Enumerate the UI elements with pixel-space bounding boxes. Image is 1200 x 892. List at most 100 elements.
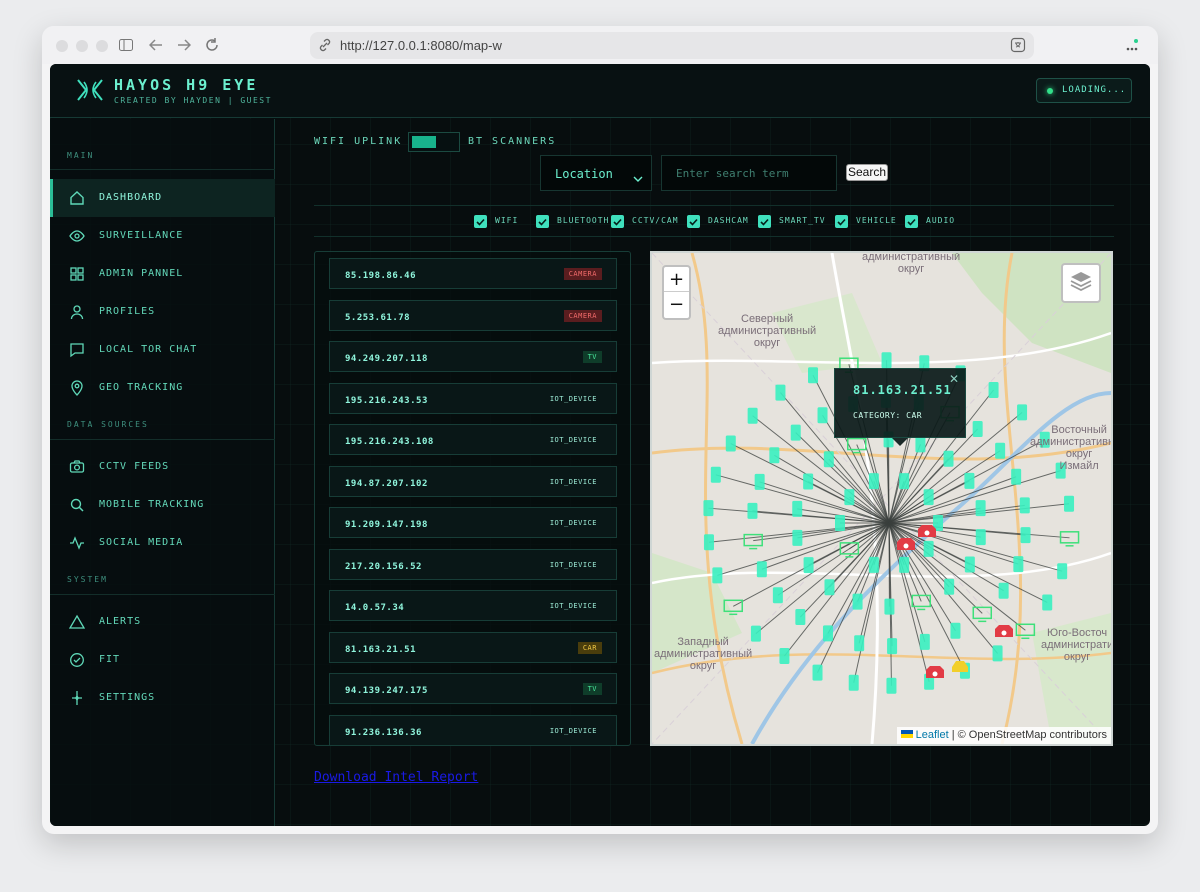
marker-shape[interactable] [823,451,834,468]
forward-arrow-icon[interactable] [174,35,194,55]
marker-shape[interactable] [998,582,1009,599]
iot-marker-icon[interactable] [712,567,723,584]
checkbox-checked-icon[interactable] [611,215,624,228]
checkbox-checked-icon[interactable] [536,215,549,228]
marker-shape[interactable] [919,633,930,650]
marker-shape[interactable] [779,647,790,664]
marker-shape[interactable] [932,671,938,677]
sidebar-item-admin-pannel[interactable]: ADMIN PANNEL [50,255,275,293]
marker-shape[interactable] [747,502,758,519]
leaflet-link[interactable]: Leaflet [916,729,949,741]
device-row[interactable]: 85.198.86.46 CAMERA [329,258,617,289]
sidebar-item-dashboard[interactable]: DASHBOARD [50,179,275,217]
iot-marker-icon[interactable] [795,609,806,626]
iot-marker-icon[interactable] [754,473,765,490]
iot-marker-icon[interactable] [944,578,955,595]
iot-marker-icon[interactable] [881,352,892,369]
marker-shape[interactable] [703,500,714,517]
marker-shape[interactable] [923,489,934,506]
iot-marker-icon[interactable] [824,579,835,596]
zoom-in-button[interactable]: + [664,267,689,292]
iot-marker-icon[interactable] [923,489,934,506]
iot-marker-icon[interactable] [972,420,983,437]
iot-marker-icon[interactable] [844,489,855,506]
sidebar-item-geo-tracking[interactable]: GEO TRACKING [50,369,275,407]
iot-marker-icon[interactable] [747,502,758,519]
iot-marker-icon[interactable] [812,664,823,681]
iot-marker-icon[interactable] [792,529,803,546]
marker-shape[interactable] [750,625,761,642]
marker-shape[interactable] [992,645,1003,662]
iot-marker-icon[interactable] [750,625,761,642]
reload-icon[interactable] [202,35,222,55]
minimize-window-button[interactable] [76,40,88,52]
iot-marker-icon[interactable] [919,633,930,650]
camera-marker-icon[interactable] [995,625,1013,637]
checkbox-checked-icon[interactable] [687,215,700,228]
checkbox-checked-icon[interactable] [835,215,848,228]
device-row[interactable]: 91.236.136.36 IOT_DEVICE [329,715,617,745]
marker-shape[interactable] [915,436,926,453]
iot-marker-icon[interactable] [725,435,736,452]
marker-shape[interactable] [972,420,983,437]
iot-marker-icon[interactable] [975,500,986,517]
iot-marker-icon[interactable] [943,450,954,467]
iot-marker-icon[interactable] [884,598,895,615]
extensions-icon[interactable] [1126,38,1138,56]
translate-icon[interactable] [1010,37,1026,57]
iot-marker-icon[interactable] [817,407,828,424]
marker-shape[interactable] [886,677,897,694]
marker-shape[interactable] [817,407,828,424]
sidebar-toggle-icon[interactable] [116,35,136,55]
iot-marker-icon[interactable] [995,442,1006,459]
marker-shape[interactable] [1042,594,1053,611]
marker-shape[interactable] [887,638,898,655]
marker-shape[interactable] [988,382,999,399]
marker-shape[interactable] [881,352,892,369]
device-row[interactable]: 217.20.156.52 IOT_DEVICE [329,549,617,580]
marker-shape[interactable] [822,625,833,642]
device-row[interactable]: 195.216.243.108 IOT_DEVICE [329,424,617,455]
device-row[interactable]: 5.253.61.78 CAMERA [329,300,617,331]
iot-marker-icon[interactable] [854,635,865,652]
iot-marker-icon[interactable] [775,384,786,401]
marker-shape[interactable] [899,473,910,490]
iot-marker-icon[interactable] [1011,468,1022,485]
iot-marker-icon[interactable] [703,534,714,551]
iot-marker-icon[interactable] [790,424,801,441]
iot-marker-icon[interactable] [887,638,898,655]
marker-shape[interactable] [747,407,758,424]
zoom-out-button[interactable]: − [664,292,689,317]
iot-marker-icon[interactable] [808,367,819,384]
iot-marker-icon[interactable] [822,625,833,642]
marker-shape[interactable] [964,556,975,573]
map-view[interactable]: административный округ Северный администра… [650,251,1113,746]
marker-shape[interactable] [1019,497,1030,514]
marker-shape[interactable] [725,435,736,452]
iot-marker-icon[interactable] [1017,404,1028,421]
iot-marker-icon[interactable] [975,529,986,546]
marker-shape[interactable] [824,579,835,596]
camera-marker-icon[interactable] [926,666,944,678]
device-row[interactable]: 194.87.207.102 IOT_DEVICE [329,466,617,497]
marker-shape[interactable] [772,587,783,604]
marker-shape[interactable] [899,556,910,573]
marker-shape[interactable] [1017,404,1028,421]
marker-shape[interactable] [1064,495,1075,512]
device-row[interactable]: 195.216.243.53 IOT_DEVICE [329,383,617,414]
device-row[interactable]: 81.163.21.51 CAR [329,632,617,663]
marker-shape[interactable] [975,529,986,546]
iot-marker-icon[interactable] [1020,527,1031,544]
sidebar-item-alerts[interactable]: ALERTS [50,603,275,641]
marker-shape[interactable] [950,622,961,639]
marker-shape[interactable] [803,557,814,574]
iot-marker-icon[interactable] [964,556,975,573]
sidebar-item-cctv-feeds[interactable]: CCTV FEEDS [50,448,275,486]
marker-shape[interactable] [769,447,780,464]
iot-marker-icon[interactable] [792,500,803,517]
iot-marker-icon[interactable] [848,674,859,691]
address-bar[interactable]: http://127.0.0.1:8080/map-w [310,32,1034,59]
back-arrow-icon[interactable] [146,35,166,55]
marker-shape[interactable] [710,466,721,483]
marker-shape[interactable] [712,567,723,584]
